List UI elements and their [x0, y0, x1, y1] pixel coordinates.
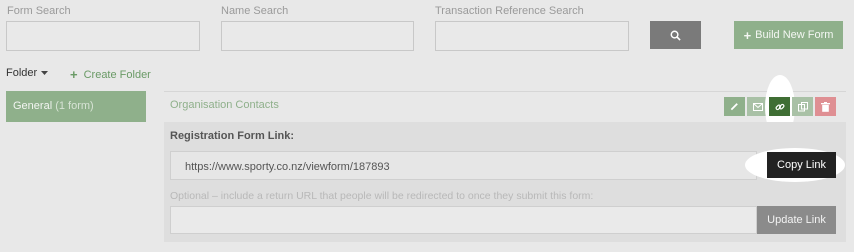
- form-search-input[interactable]: [6, 21, 200, 51]
- transaction-search-label: Transaction Reference Search: [435, 5, 584, 17]
- update-link-button[interactable]: Update Link: [757, 206, 836, 234]
- caret-down-icon: [41, 70, 49, 76]
- optional-instructions: Optional – include a return URL that peo…: [170, 190, 594, 202]
- copy-link-label: Copy Link: [777, 159, 826, 171]
- sidebar-item-label: General: [13, 100, 53, 112]
- folder-dropdown[interactable]: Folder: [6, 67, 49, 79]
- build-new-form-button[interactable]: + Build New Form: [734, 21, 843, 49]
- registration-url-field[interactable]: https://www.sporty.co.nz/viewform/187893: [170, 151, 757, 180]
- edit-icon: [730, 102, 739, 111]
- sidebar-item-general[interactable]: General (1 form): [6, 91, 146, 122]
- link-button[interactable]: [769, 97, 790, 116]
- form-search-label: Form Search: [7, 5, 71, 17]
- trash-icon: [821, 101, 830, 112]
- return-url-input[interactable]: [170, 206, 757, 234]
- name-search-input[interactable]: [221, 21, 414, 51]
- create-folder-link[interactable]: + Create Folder: [70, 67, 151, 82]
- sidebar-item-count: (1 form): [55, 100, 94, 112]
- link-icon: [774, 102, 785, 112]
- search-icon: [670, 30, 681, 41]
- create-folder-label: Create Folder: [83, 68, 151, 81]
- duplicate-button[interactable]: [792, 97, 813, 116]
- update-link-label: Update Link: [767, 214, 826, 226]
- search-button[interactable]: [650, 21, 701, 49]
- form-name-link[interactable]: Organisation Contacts: [170, 99, 279, 111]
- edit-button[interactable]: [724, 97, 745, 116]
- delete-button[interactable]: [815, 97, 836, 116]
- copy-icon: [797, 101, 808, 112]
- build-new-form-label: Build New Form: [755, 29, 834, 41]
- plus-icon: +: [70, 67, 78, 82]
- panel-title: Registration Form Link:: [170, 130, 295, 142]
- transaction-search-input[interactable]: [435, 21, 629, 51]
- email-icon: [752, 102, 763, 111]
- copy-link-button[interactable]: Copy Link: [767, 152, 836, 178]
- plus-icon: +: [743, 27, 752, 43]
- name-search-label: Name Search: [221, 5, 289, 17]
- folder-label: Folder: [6, 67, 38, 79]
